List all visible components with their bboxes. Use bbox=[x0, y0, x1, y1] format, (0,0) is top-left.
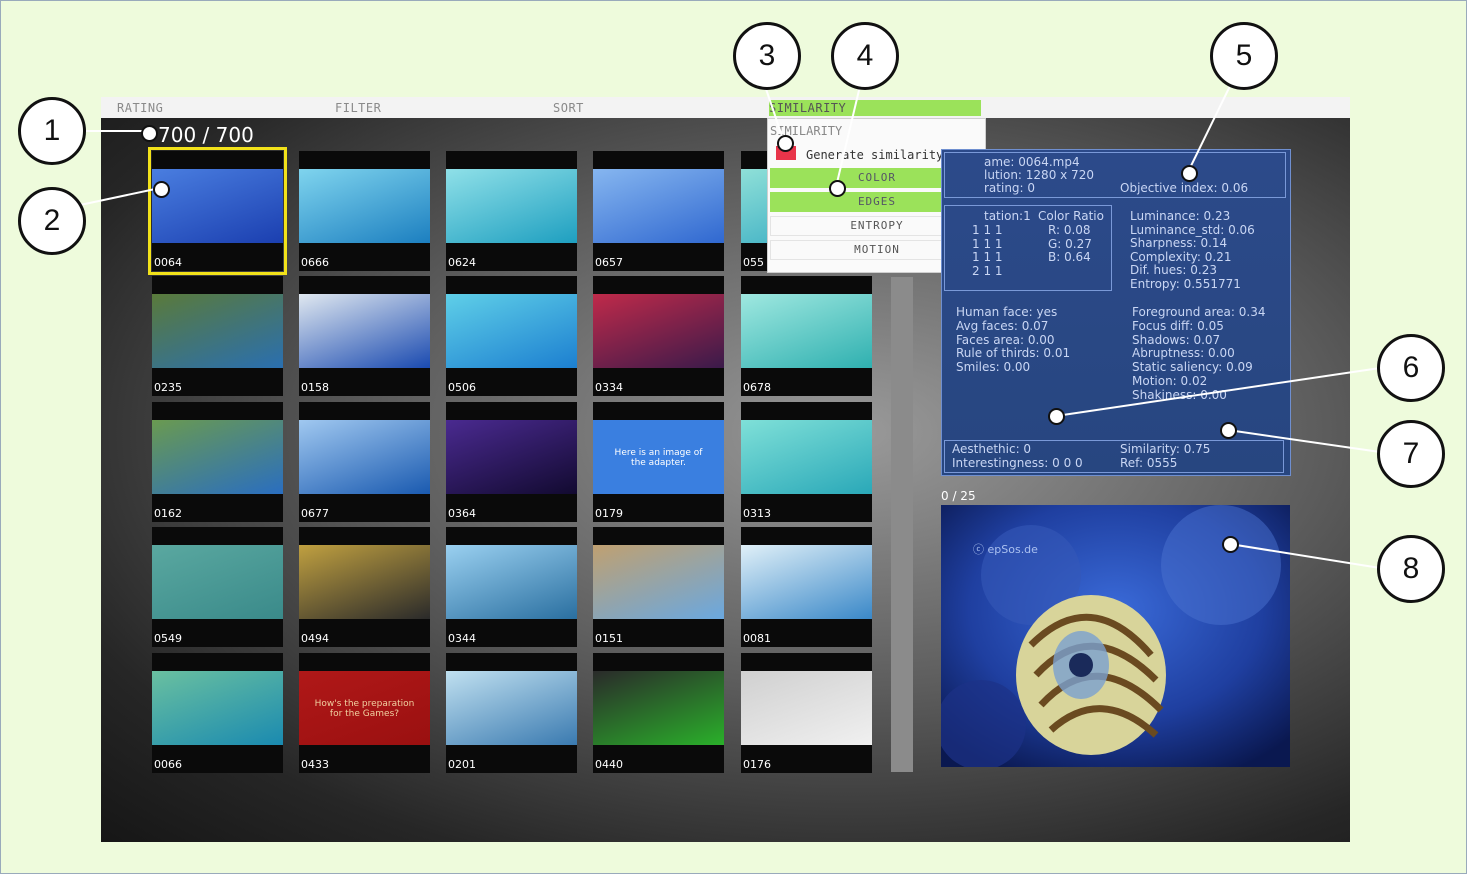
callout-lines bbox=[79, 85, 1381, 569]
callout-6: 6 bbox=[1377, 334, 1445, 402]
callout-4: 4 bbox=[831, 22, 899, 90]
callout-dot-5 bbox=[1181, 165, 1198, 182]
callout-2: 2 bbox=[18, 187, 86, 255]
callout-7: 7 bbox=[1377, 420, 1445, 488]
callout-dot-3 bbox=[777, 135, 794, 152]
callout-dot-2 bbox=[153, 181, 170, 198]
callout-dot-6 bbox=[1048, 408, 1065, 425]
callout-dot-8 bbox=[1222, 536, 1239, 553]
callout-3: 3 bbox=[733, 22, 801, 90]
callout-dot-1 bbox=[141, 125, 158, 142]
callout-dot-7 bbox=[1220, 422, 1237, 439]
callout-5: 5 bbox=[1210, 22, 1278, 90]
callout-1: 1 bbox=[18, 97, 86, 165]
callout-dot-4 bbox=[829, 180, 846, 197]
callout-8: 8 bbox=[1377, 535, 1445, 603]
